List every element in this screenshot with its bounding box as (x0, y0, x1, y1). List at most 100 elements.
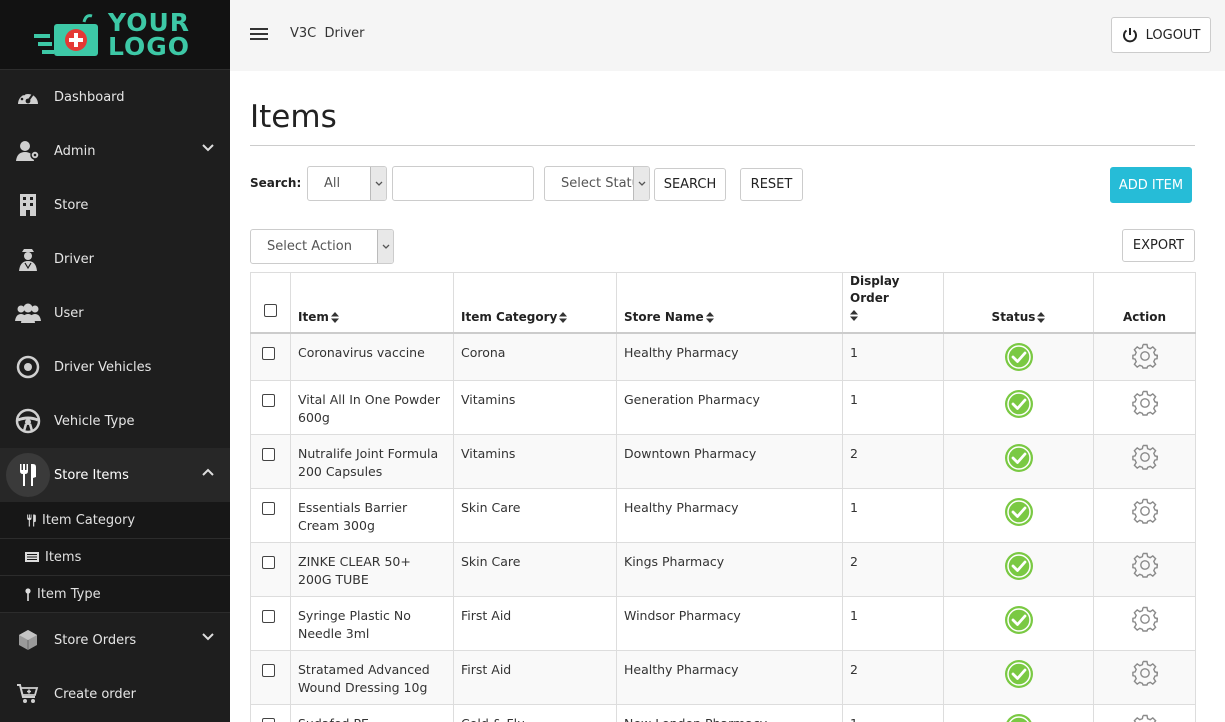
sidebar-subitem-item-category[interactable]: Item Category (0, 502, 230, 539)
search-label: Search: (250, 176, 302, 190)
sidebar-item-store-items[interactable]: Store Items (0, 448, 230, 502)
table-header-row: Item Item Category Store Name Display Or… (250, 272, 1196, 334)
row-checkbox[interactable] (262, 663, 275, 677)
item-name-cell: Essentials Barrier Cream 300g (290, 487, 454, 543)
display-order-cell: 1 (842, 379, 944, 435)
sidebar-item-store-orders[interactable]: Store Orders (0, 613, 230, 667)
status-active-icon[interactable] (1004, 605, 1034, 635)
row-checkbox[interactable] (262, 609, 275, 623)
select-all-checkbox[interactable] (264, 304, 277, 317)
sort-icon (559, 312, 568, 323)
column-header-display-order[interactable]: Display Order (842, 272, 944, 334)
search-button[interactable]: SEARCH (654, 168, 726, 201)
gear-icon[interactable] (1131, 343, 1159, 369)
column-header-status[interactable]: Status (943, 272, 1094, 334)
sort-icon (330, 312, 339, 323)
action-toolbar: Select Action EXPORT (250, 226, 1195, 272)
status-active-icon[interactable] (1004, 443, 1034, 473)
gear-icon[interactable] (1131, 444, 1159, 470)
display-order-cell: 2 (842, 433, 944, 489)
sidebar-item-store[interactable]: Store (0, 178, 230, 232)
row-checkbox[interactable] (262, 555, 275, 569)
sidebar-subitem-items[interactable]: Items (0, 539, 230, 576)
sidebar-item-vehicle-type[interactable]: Vehicle Type (0, 394, 230, 448)
sidebar-item-driver[interactable]: Driver (0, 232, 230, 286)
store-name-cell: Generation Pharmacy (616, 379, 843, 435)
status-active-icon[interactable] (1004, 659, 1034, 689)
sidebar-item-label: Store (54, 197, 89, 213)
row-select-cell (250, 433, 291, 489)
driver-icon (15, 246, 41, 272)
export-button[interactable]: EXPORT (1122, 229, 1195, 262)
gear-icon[interactable] (1131, 390, 1159, 416)
sidebar-item-admin[interactable]: Admin (0, 124, 230, 178)
column-header-store[interactable]: Store Name (616, 272, 843, 334)
add-item-button[interactable]: ADD ITEM (1110, 167, 1192, 203)
table-row[interactable]: Syringe Plastic No Needle 3ml First Aid … (250, 595, 1196, 651)
sidebar-item-label: Driver (54, 251, 95, 267)
action-cell (1093, 649, 1196, 705)
brand-name: V3C Driver (290, 26, 365, 41)
sidebar-subitem-item-type[interactable]: Item Type (0, 576, 230, 613)
power-icon (1122, 28, 1137, 43)
table-row[interactable]: Essentials Barrier Cream 300g Skin Care … (250, 487, 1196, 543)
filter-toolbar: Search: All Select Status SEARCH RESET A… (250, 146, 1195, 226)
reset-button[interactable]: RESET (740, 168, 803, 201)
gear-icon[interactable] (1131, 498, 1159, 524)
gear-icon[interactable] (1131, 552, 1159, 578)
column-header-item[interactable]: Item (290, 272, 454, 334)
item-category-cell: Cold & Flu (453, 703, 617, 722)
bulk-action-select[interactable]: Select Action (250, 229, 394, 264)
table-row[interactable]: Coronavirus vaccine Corona Healthy Pharm… (250, 332, 1196, 381)
item-name-cell: Stratamed Advanced Wound Dressing 10g (290, 649, 454, 705)
logo[interactable]: YOUR LOGO (0, 0, 230, 70)
sidebar-item-label: User (54, 305, 84, 321)
status-active-icon[interactable] (1004, 713, 1034, 722)
sidebar-item-label: Create order (54, 686, 136, 702)
row-checkbox[interactable] (262, 501, 275, 515)
sidebar-item-dashboard[interactable]: Dashboard (0, 70, 230, 124)
items-table: Item Item Category Store Name Display Or… (250, 272, 1196, 722)
action-cell (1093, 487, 1196, 543)
status-active-icon[interactable] (1004, 342, 1034, 372)
row-select-cell (250, 379, 291, 435)
sidebar-subitem-label: Item Category (42, 512, 136, 528)
store-name-cell: Healthy Pharmacy (616, 487, 843, 543)
gear-icon[interactable] (1132, 714, 1158, 722)
sidebar-subitem-label: Items (45, 549, 82, 565)
gear-icon[interactable] (1131, 660, 1159, 686)
sidebar-item-label: Driver Vehicles (54, 359, 152, 375)
gear-icon[interactable] (1131, 606, 1159, 632)
sidebar-item-create-order[interactable]: Create order (0, 667, 230, 721)
search-input[interactable] (392, 166, 534, 201)
item-name-cell: Sudafed PE (290, 703, 454, 722)
sidebar-item-user[interactable]: User (0, 286, 230, 340)
table-row[interactable]: Sudafed PE Cold & Flu New London Pharmac… (250, 703, 1196, 722)
column-header-category[interactable]: Item Category (453, 272, 617, 334)
status-active-icon[interactable] (1004, 389, 1034, 419)
status-select[interactable]: Select Status (544, 166, 650, 201)
row-checkbox[interactable] (262, 347, 275, 360)
fork-knife-icon (6, 453, 50, 497)
table-row[interactable]: Stratamed Advanced Wound Dressing 10g Fi… (250, 649, 1196, 705)
sidebar-item-driver-vehicles[interactable]: Driver Vehicles (0, 340, 230, 394)
status-active-icon[interactable] (1004, 497, 1034, 527)
logout-button[interactable]: LOGOUT (1111, 17, 1211, 53)
steering-wheel-icon (15, 408, 41, 434)
table-row[interactable]: Vital All In One Powder 600g Vitamins Ge… (250, 379, 1196, 435)
row-checkbox[interactable] (262, 393, 275, 407)
status-active-icon[interactable] (1004, 551, 1034, 581)
action-cell (1093, 379, 1196, 435)
menu-toggle-icon[interactable] (250, 28, 268, 40)
chevron-up-icon (202, 468, 214, 476)
search-scope-select[interactable]: All (307, 166, 387, 201)
item-category-cell: Vitamins (453, 379, 617, 435)
table-row[interactable]: Nutralife Joint Formula 200 Capsules Vit… (250, 433, 1196, 489)
table-row[interactable]: ZINKE CLEAR 50+ 200G TUBE Skin Care King… (250, 541, 1196, 597)
item-name-cell: Coronavirus vaccine (290, 332, 454, 381)
row-checkbox[interactable] (262, 447, 275, 461)
list-icon (24, 552, 40, 562)
row-checkbox[interactable] (262, 717, 275, 722)
sidebar-item-label: Admin (54, 143, 96, 159)
sort-icon (1037, 312, 1046, 323)
